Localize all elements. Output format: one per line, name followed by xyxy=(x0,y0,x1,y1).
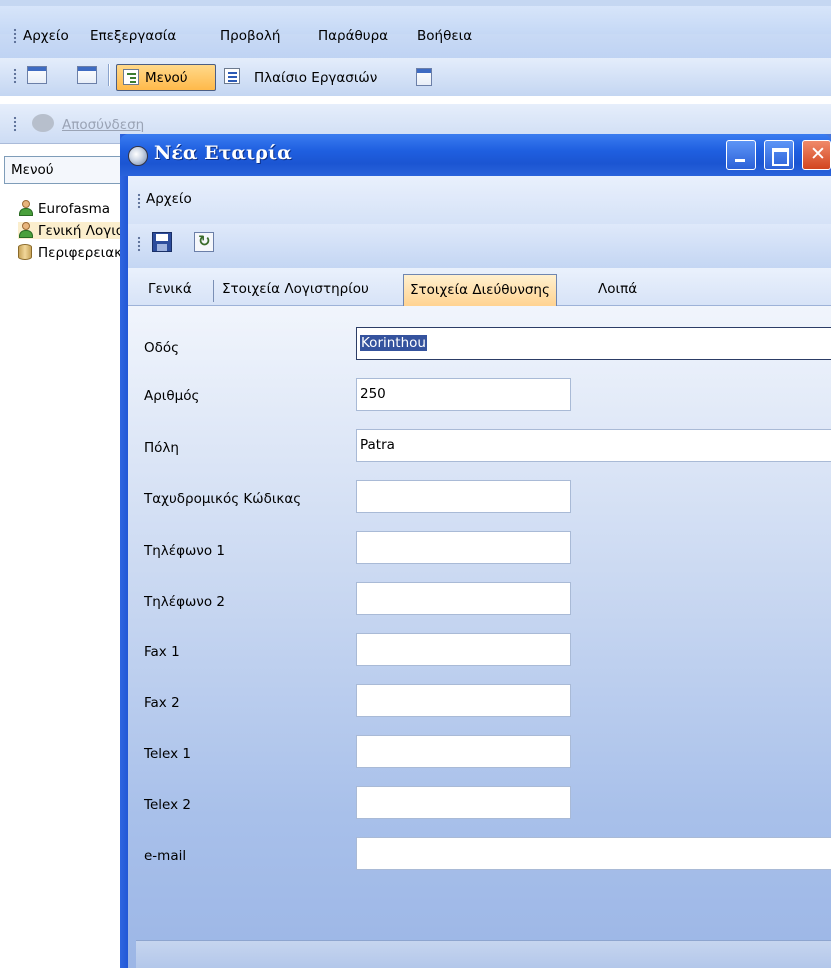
new-window-icon[interactable] xyxy=(27,66,47,84)
panel-header: Μενού xyxy=(4,156,134,184)
child-menubar: Αρχείο xyxy=(128,176,831,224)
label-email: e-mail xyxy=(144,848,187,864)
child-status-bar xyxy=(136,940,831,968)
menu-provoli[interactable]: Προβολή xyxy=(220,28,280,44)
database-icon xyxy=(18,244,34,260)
odos-field[interactable]: Korinthou xyxy=(356,327,831,360)
tree-item-label: Γενική Λογιστική xyxy=(38,223,128,239)
toolbar2-grip-icon[interactable] xyxy=(13,116,17,132)
tree-item-eurofasma[interactable]: Eurofasma xyxy=(18,200,128,217)
tab-separator xyxy=(213,280,214,302)
label-arithmos: Αριθμός xyxy=(144,388,200,404)
label-tilefono-2: Τηλέφωνο 2 xyxy=(144,594,225,610)
user-icon xyxy=(18,222,34,238)
disconnect-button[interactable]: Αποσύνδεση xyxy=(62,117,144,133)
window-app-icon[interactable] xyxy=(128,146,148,166)
email-field[interactable] xyxy=(356,837,831,870)
window-title: Νέα Εταιρία xyxy=(154,142,292,164)
properties-icon[interactable] xyxy=(416,68,432,86)
new-item-icon[interactable] xyxy=(77,66,97,84)
fax-1-field[interactable] xyxy=(356,633,571,666)
label-poli: Πόλη xyxy=(144,440,179,456)
save-icon[interactable] xyxy=(152,232,172,252)
telex-1-field[interactable] xyxy=(356,735,571,768)
odos-value: Korinthou xyxy=(360,335,427,351)
telex-2-field[interactable] xyxy=(356,786,571,819)
task-pane-button[interactable]: Πλαίσιο Εργασιών xyxy=(254,70,377,86)
tab-stoixeia-logistiriou[interactable]: Στοιχεία Λογιστηρίου xyxy=(216,274,375,306)
menu-parathyra[interactable]: Παράθυρα xyxy=(318,28,388,44)
menu-toggle-label: Μενού xyxy=(145,70,188,86)
label-fax-2: Fax 2 xyxy=(144,695,180,711)
close-button[interactable] xyxy=(802,140,831,170)
maximize-button[interactable] xyxy=(764,140,794,170)
tilefono-2-field[interactable] xyxy=(356,582,571,615)
poli-field[interactable]: Patra xyxy=(356,429,831,462)
tree-item-label: Περιφερειακά xyxy=(38,245,128,261)
label-odos: Οδός xyxy=(144,340,180,356)
user-icon xyxy=(18,200,34,216)
toolbar-grip-icon[interactable] xyxy=(13,68,17,84)
tree-item-geniki-logistiki[interactable]: Γενική Λογιστική xyxy=(18,222,128,239)
menu-toggle-button[interactable]: Μενού xyxy=(116,64,216,91)
tree-item-label: Eurofasma xyxy=(38,201,111,217)
refresh-icon[interactable] xyxy=(194,232,214,252)
label-tk: Ταχυδρομικός Κώδικας xyxy=(144,491,302,507)
menu-arxeio[interactable]: Αρχείο xyxy=(23,28,69,44)
arithmos-field[interactable]: 250 xyxy=(356,378,571,411)
label-tilefono-1: Τηλέφωνο 1 xyxy=(144,543,225,559)
toolbar-separator xyxy=(108,64,109,86)
minimize-button[interactable] xyxy=(726,140,756,170)
child-menu-grip-icon[interactable] xyxy=(137,193,141,209)
label-telex-1: Telex 1 xyxy=(144,746,191,762)
tab-stoixeia-dieuthynsis[interactable]: Στοιχεία Διεύθυνσης xyxy=(403,274,557,306)
tk-field[interactable] xyxy=(356,480,571,513)
child-toolbar xyxy=(128,224,831,268)
tab-loipa[interactable]: Λοιπά xyxy=(592,274,643,306)
child-toolbar-grip-icon[interactable] xyxy=(137,236,141,252)
task-pane-icon[interactable] xyxy=(224,68,240,84)
tree-item-periferiaka[interactable]: Περιφερειακά xyxy=(18,244,128,261)
menu-voitheia[interactable]: Βοήθεια xyxy=(417,28,472,44)
fax-2-field[interactable] xyxy=(356,684,571,717)
navigation-panel xyxy=(0,150,136,968)
tab-genika[interactable]: Γενικά xyxy=(142,274,198,306)
disconnect-icon[interactable] xyxy=(32,114,54,132)
menubar-grip-icon[interactable] xyxy=(13,28,17,44)
menu-epexergasia[interactable]: Επεξεργασία xyxy=(90,28,176,44)
label-fax-1: Fax 1 xyxy=(144,644,180,660)
tilefono-1-field[interactable] xyxy=(356,531,571,564)
child-menu-arxeio[interactable]: Αρχείο xyxy=(146,191,192,207)
label-telex-2: Telex 2 xyxy=(144,797,191,813)
tree-view-icon xyxy=(123,69,139,85)
